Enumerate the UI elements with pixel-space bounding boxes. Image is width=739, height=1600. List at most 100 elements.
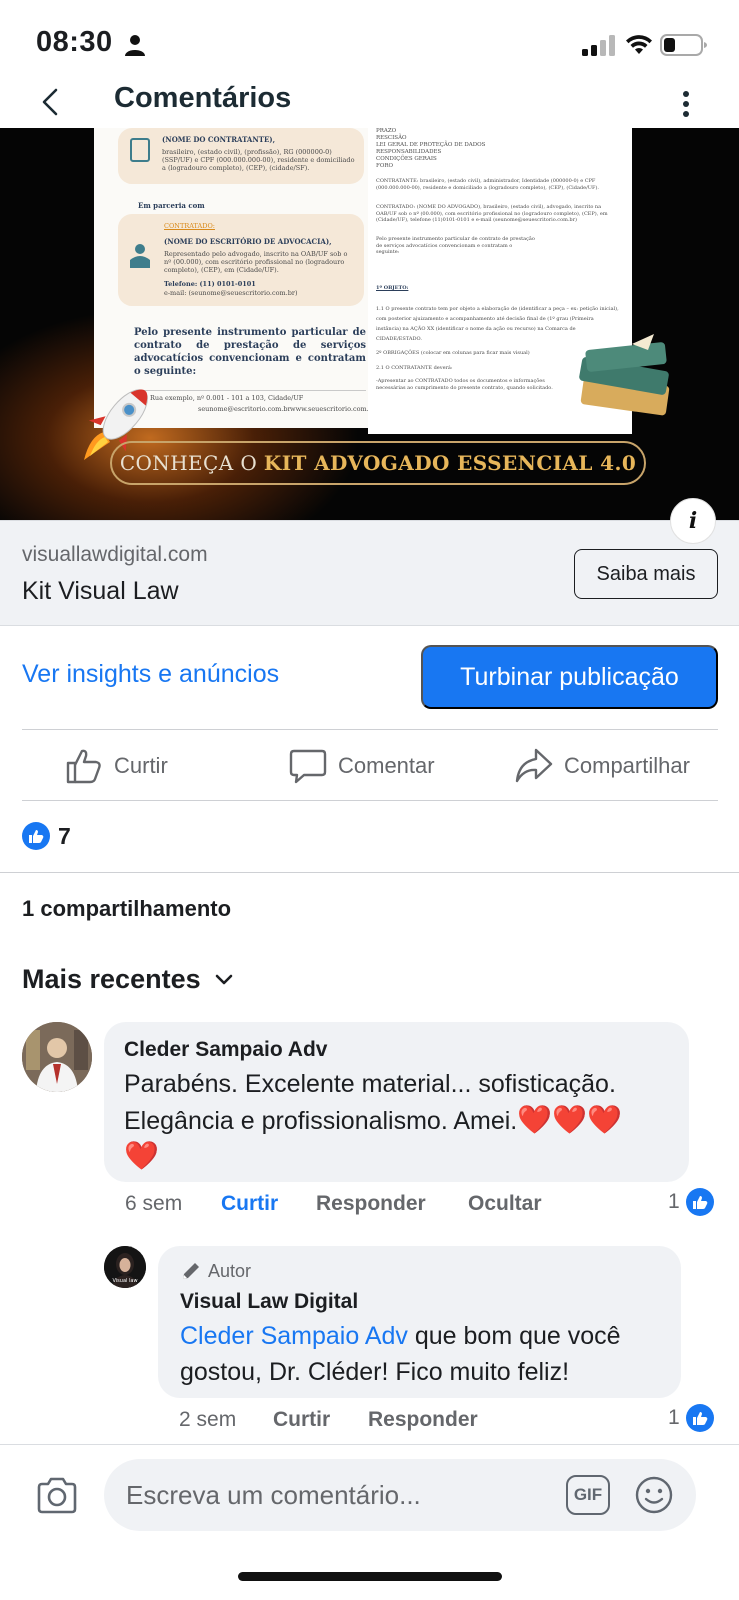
gif-icon[interactable]: GIF [566, 1475, 610, 1515]
heart-emoji: ❤️❤️❤️ [517, 1104, 622, 1135]
pencil-icon [183, 1263, 199, 1279]
share-icon [515, 748, 553, 783]
document-icon [130, 138, 150, 162]
toc-item: RESCISÃO [376, 135, 407, 141]
header: Comentários [0, 78, 739, 128]
share-button[interactable]: Compartilhar [514, 744, 690, 788]
chevron-down-icon [215, 974, 232, 984]
back-arrow-icon[interactable] [36, 82, 66, 122]
reaction-count: 7 [58, 822, 71, 849]
person-icon [125, 35, 145, 56]
doc-footer-line [134, 390, 366, 391]
page-title: Comentários [114, 82, 292, 114]
contractor-placeholder: (NOME DO CONTRATANTE), [162, 135, 276, 144]
home-indicator[interactable] [238, 1572, 502, 1581]
kit-banner: CONHEÇA O KIT ADVOGADO ESSENCIAL 4.0 [110, 441, 646, 485]
comment-like-button[interactable]: Curtir [273, 1408, 330, 1432]
link-card[interactable]: visuallawdigital.com Kit Visual Law Saib… [0, 520, 739, 626]
status-time: 08:30 [36, 26, 113, 58]
avatar[interactable]: Visual law [104, 1246, 146, 1288]
like-badge-icon [685, 1188, 714, 1216]
camera-icon[interactable] [34, 1473, 80, 1519]
comment-bubble[interactable]: Autor Visual Law Digital Cleder Sampaio … [158, 1246, 681, 1398]
more-vertical-icon[interactable] [672, 84, 700, 124]
comment-bubble[interactable]: Cleder Sampaio Adv Parabéns. Excelente m… [104, 1022, 689, 1182]
toc-item: LEI GERAL DE PROTEÇÃO DE DADOS [376, 142, 486, 148]
footer-email: seunome@escritorio.com.br [198, 405, 291, 413]
banner-highlight: KIT ADVOGADO ESSENCIAL 4.0 [263, 451, 637, 475]
comment-reply-button[interactable]: Responder [368, 1408, 478, 1432]
comment-reaction-count[interactable]: 1 [668, 1188, 714, 1216]
comment-author[interactable]: Visual Law Digital [180, 1290, 358, 1314]
info-icon[interactable]: i [670, 498, 716, 544]
author-badge-label: Autor [208, 1260, 252, 1281]
share-count[interactable]: 1 compartilhamento [22, 896, 231, 922]
comment-text-line: Elegância e profissionalismo. Amei.❤️❤️❤… [124, 1102, 622, 1139]
comment-hide-button[interactable]: Ocultar [468, 1192, 542, 1216]
comment-text-line: Parabéns. Excelente material... sofistic… [124, 1070, 616, 1098]
share-label: Compartilhar [564, 753, 690, 778]
comment-label: Comentar [338, 753, 435, 778]
comment-text-line: Cleder Sampaio Adv que bom que você [180, 1318, 621, 1354]
avatar-label: Visual law [112, 1278, 137, 1284]
like-badge-icon [685, 1404, 714, 1432]
comment-mention[interactable]: Cleder Sampaio Adv [180, 1322, 408, 1350]
toc-item: FORO [376, 163, 393, 169]
comment-button[interactable]: Comentar [288, 744, 435, 788]
firm-card: CONTRATADO: (NOME DO ESCRITÓRIO DE ADVOC… [118, 214, 364, 306]
thumbs-up-icon [66, 749, 101, 784]
comment-reaction-number: 1 [668, 1406, 680, 1429]
status-bar: 08:30 [0, 0, 739, 84]
contract-section: 1º OBJETO: [376, 285, 409, 291]
books-icon [579, 334, 670, 416]
comment-time: 2 sem [179, 1408, 237, 1431]
toc-item: RESPONSABILIDADES [376, 149, 442, 155]
contractor-card: (NOME DO CONTRATANTE), brasileiro, (esta… [118, 128, 364, 184]
like-button[interactable]: Curtir [64, 744, 168, 788]
comment-reaction-count[interactable]: 1 [668, 1404, 714, 1432]
sort-dropdown[interactable]: Mais recentes [22, 964, 233, 995]
comment-text-line: gostou, Dr. Cléder! Fico muito feliz! [180, 1358, 570, 1386]
footer-address: Rua exemplo, nº 0.001 - 101 a 103, Cidad… [150, 394, 304, 402]
link-domain: visuallawdigital.com [22, 543, 208, 566]
battery-icon [660, 34, 707, 56]
banner-prefix: CONHEÇA O [119, 451, 258, 475]
person-icon [130, 244, 150, 268]
comment-icon [289, 749, 327, 784]
toc-item: CONDIÇÕES GERAIS [376, 156, 437, 162]
signal-icon [582, 35, 615, 56]
insights-link[interactable]: Ver insights e anúncios [22, 660, 279, 689]
comment-input[interactable] [126, 1477, 546, 1513]
footer-site: www.seuescritorio.com.br [290, 405, 376, 413]
contractor-details: brasileiro, (estado civil), (profissão),… [162, 148, 355, 172]
ad-image[interactable]: (NOME DO CONTRATANTE), brasileiro, (esta… [0, 128, 739, 520]
like-label: Curtir [114, 753, 168, 778]
contract-paragraph: Pelo presente instrumento particular de … [376, 236, 535, 255]
divider [0, 872, 739, 873]
divider [22, 800, 718, 801]
comment-reply-button[interactable]: Responder [316, 1192, 426, 1216]
comment-time: 6 sem [125, 1192, 183, 1215]
comment-reaction-number: 1 [668, 1190, 680, 1213]
contract-paragraph: -Apresentar ao CONTRATADO todos os docum… [376, 378, 553, 391]
toc-item: PRAZO [376, 128, 397, 134]
contract-paragraph: CONTRATANTE: brasileiro, (estado civil),… [376, 178, 599, 191]
comment-composer[interactable]: GIF [104, 1459, 696, 1531]
comment-author[interactable]: Cleder Sampaio Adv [124, 1038, 327, 1062]
learn-more-button[interactable]: Saiba mais [574, 549, 718, 599]
emoji-icon[interactable] [634, 1475, 674, 1515]
firm-email: e-mail: (seunome@seuescritorio.com.br) [164, 289, 298, 297]
reaction-summary[interactable]: 7 [22, 822, 71, 850]
sort-label: Mais recentes [22, 964, 201, 994]
contract-paragraph: 2º OBRIGAÇÕES (colocar em colunas para f… [376, 350, 530, 356]
avatar[interactable] [22, 1022, 92, 1092]
link-title: Kit Visual Law [22, 577, 179, 605]
comment-text: Elegância e profissionalismo. Amei. [124, 1107, 518, 1135]
hired-label: CONTRATADO: [164, 222, 215, 230]
comment-like-button[interactable]: Curtir [221, 1192, 278, 1216]
boost-post-button[interactable]: Turbinar publicação [421, 645, 718, 709]
contract-paragraph: CONTRATADO: (NOME DO ADVOGADO), brasilei… [376, 204, 608, 223]
firm-details: Representado pelo advogado, inscrito na … [164, 250, 348, 274]
divider [22, 729, 718, 730]
wifi-icon [626, 35, 652, 54]
